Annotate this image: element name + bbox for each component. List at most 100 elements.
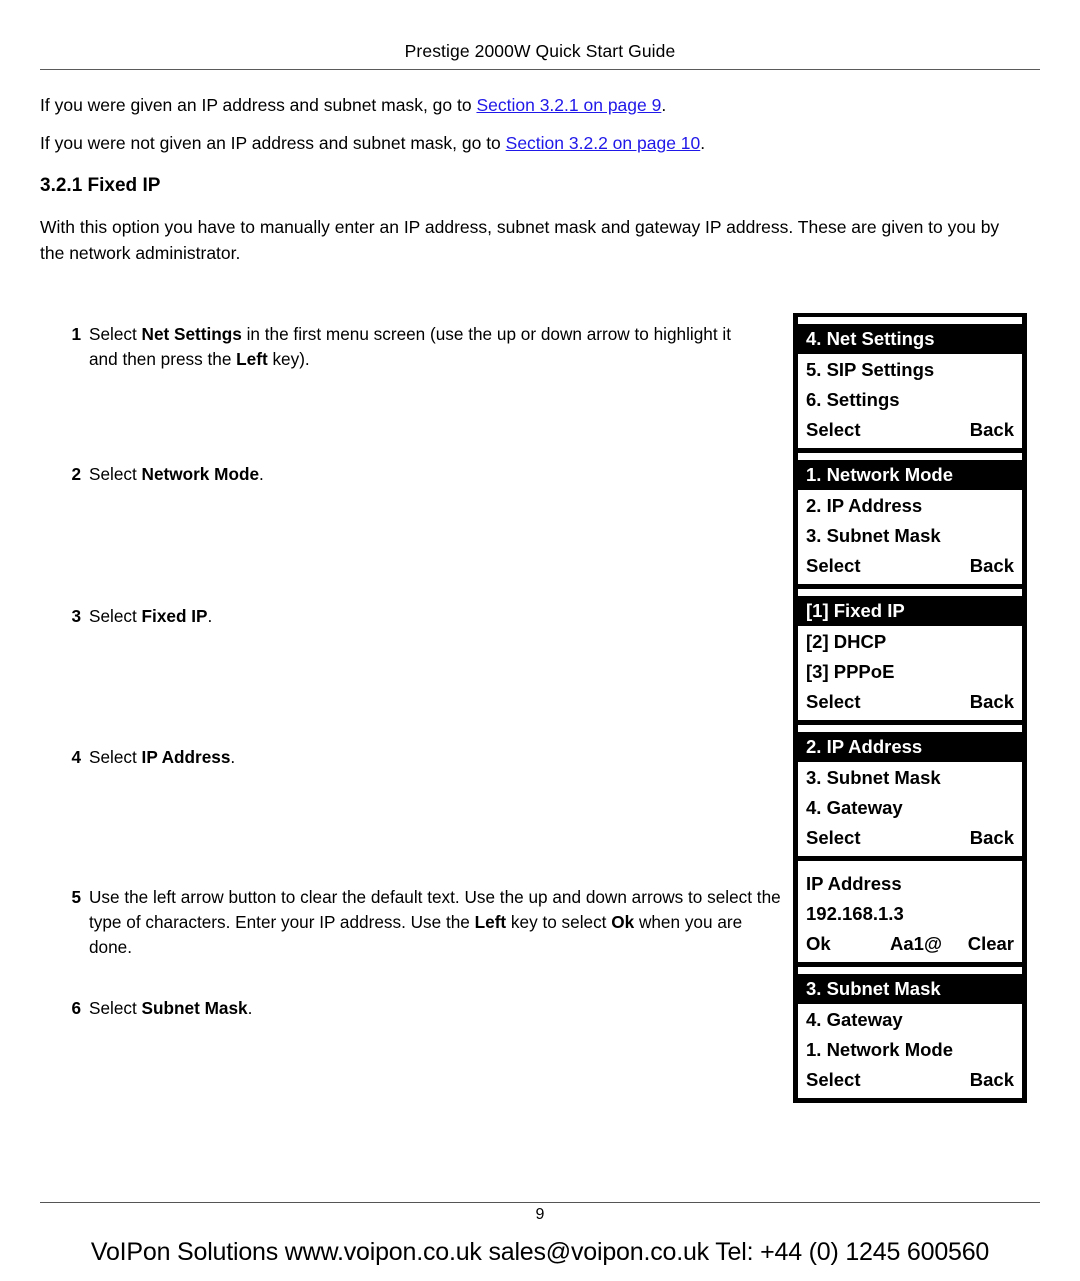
lcd-highlighted-title-row[interactable]: 4. Net Settings	[798, 324, 1022, 354]
step-number: 1	[71, 324, 81, 344]
lcd-row-left-label[interactable]: 4. Gateway	[806, 793, 903, 823]
lcd-menu-row[interactable]: 2. IP Address	[806, 491, 1014, 521]
lcd-screen: [1] Fixed IP [2] DHCP [3] PPPoE Select Back	[798, 589, 1022, 720]
lcd-screen: 3. Subnet Mask 4. Gateway 1. Network Mode S…	[798, 967, 1022, 1098]
lcd-top-strip	[798, 861, 1022, 868]
lcd-screen: 1. Network Mode 2. IP Address 3. Subnet Ma…	[798, 453, 1022, 584]
lcd-row-left-label[interactable]: Select	[806, 551, 861, 581]
step-item: 2 Select Network Mode.	[63, 462, 763, 487]
header-divider-rule	[40, 69, 1040, 70]
step-text: Select Net Settings in the first menu sc…	[89, 322, 763, 372]
step-fragment: Select	[89, 606, 142, 626]
link-section-3-2-1[interactable]: Section 3.2.1 on page 9	[476, 95, 661, 115]
lcd-row-left-label[interactable]: [3] PPPoE	[806, 657, 894, 687]
lcd-row-left-label[interactable]: 1. Network Mode	[806, 1035, 953, 1065]
lcd-menu-row[interactable]: 5. SIP Settings	[806, 355, 1014, 385]
lcd-row-left-label[interactable]: 2. IP Address	[806, 491, 922, 521]
step-item: 5 Use the left arrow button to clear the…	[63, 885, 783, 960]
lcd-menu-row[interactable]: Select Back	[806, 687, 1014, 717]
lcd-row-right-softkey[interactable]: Back	[970, 551, 1014, 581]
lcd-row-left-label[interactable]: Select	[806, 1065, 861, 1095]
lcd-body: IP Address 192.168.1.3 Ok Aa1@ Clear	[798, 868, 1022, 962]
lcd-top-strip	[798, 453, 1022, 460]
lcd-top-strip	[798, 589, 1022, 596]
step-fragment: Select	[89, 324, 142, 344]
lcd-row-left-label[interactable]: Select	[806, 687, 861, 717]
lcd-menu-row[interactable]: 4. Gateway	[806, 793, 1014, 823]
step-number: 5	[71, 887, 81, 907]
step-text: Select Fixed IP.	[89, 604, 763, 629]
lcd-body: 4. Gateway 1. Network Mode Select Back	[798, 1004, 1022, 1098]
step-number: 6	[71, 998, 81, 1018]
lcd-row-right-softkey[interactable]: Back	[970, 1065, 1014, 1095]
lcd-highlighted-title-row[interactable]: 3. Subnet Mask	[798, 974, 1022, 1004]
step-number: 3	[71, 606, 81, 626]
lcd-menu-row[interactable]: [2] DHCP	[806, 627, 1014, 657]
step-number: 4	[71, 747, 81, 767]
lcd-menu-row[interactable]: 4. Gateway	[806, 1005, 1014, 1035]
lcd-menu-row[interactable]: Select Back	[806, 415, 1014, 445]
lcd-top-strip	[798, 725, 1022, 732]
lcd-top-strip	[798, 317, 1022, 324]
lcd-menu-row[interactable]: 3. Subnet Mask	[806, 763, 1014, 793]
lcd-menu-row[interactable]: 6. Settings	[806, 385, 1014, 415]
step-fragment: .	[230, 747, 236, 767]
lcd-menu-row[interactable]: 1. Network Mode	[806, 1035, 1014, 1065]
lcd-menu-row[interactable]: Select Back	[806, 1065, 1014, 1095]
lcd-row-left-label[interactable]: 5. SIP Settings	[806, 355, 934, 385]
step-text: Select Network Mode.	[89, 462, 763, 487]
lcd-row-left-label[interactable]: Select	[806, 823, 861, 853]
lcd-highlighted-title-row[interactable]: 1. Network Mode	[798, 460, 1022, 490]
lcd-row-left-label[interactable]: 3. Subnet Mask	[806, 763, 941, 793]
step-item: 4 Select IP Address.	[63, 745, 763, 770]
lcd-row-left-label[interactable]: IP Address	[806, 869, 902, 899]
phone-lcd-screen-stack: 4. Net Settings 5. SIP Settings 6. Setting…	[793, 313, 1027, 1103]
lcd-row-right-softkey[interactable]: Clear	[968, 929, 1014, 959]
lcd-screen: 4. Net Settings 5. SIP Settings 6. Setting…	[798, 317, 1022, 448]
lcd-menu-row[interactable]: 3. Subnet Mask	[806, 521, 1014, 551]
step-fragment: Select	[89, 464, 142, 484]
lcd-highlighted-title-row[interactable]: [1] Fixed IP	[798, 596, 1022, 626]
lcd-row-right-softkey[interactable]: Back	[970, 687, 1014, 717]
step-text: Select IP Address.	[89, 745, 763, 770]
lcd-menu-row[interactable]: Ok Aa1@ Clear	[806, 929, 1014, 959]
intro-paragraph-2: If you were not given an IP address and …	[40, 132, 705, 155]
lcd-row-center-softkey[interactable]: Aa1@	[890, 929, 942, 959]
vendor-footer-line: VoIPon Solutions www.voipon.co.uk sales@…	[90, 1238, 990, 1266]
lcd-menu-row[interactable]: IP Address	[806, 869, 1014, 899]
step-fragment: .	[259, 464, 264, 484]
step-fragment: key).	[267, 349, 310, 369]
lcd-row-left-label[interactable]: Select	[806, 415, 861, 445]
step-emphasis: Fixed IP	[141, 606, 208, 626]
step-emphasis: Network Mode	[141, 464, 260, 484]
step-emphasis: Left	[474, 912, 507, 932]
lcd-row-left-label[interactable]: [2] DHCP	[806, 627, 886, 657]
lcd-row-left-label[interactable]: 6. Settings	[806, 385, 900, 415]
running-header-title: Prestige 2000W Quick Start Guide	[404, 41, 676, 61]
lcd-row-left-label[interactable]: 3. Subnet Mask	[806, 521, 941, 551]
step-fragment: Select	[89, 998, 142, 1018]
step-emphasis: Subnet Mask	[141, 998, 248, 1018]
lcd-row-left-label[interactable]: Ok	[806, 929, 831, 959]
step-fragment: Select	[89, 747, 142, 767]
lcd-row-right-softkey[interactable]: Back	[970, 415, 1014, 445]
step-fragment: .	[247, 998, 253, 1018]
step-number: 2	[71, 464, 81, 484]
link-section-3-2-2[interactable]: Section 3.2.2 on page 10	[506, 133, 701, 153]
lcd-menu-row[interactable]: 192.168.1.3	[806, 899, 1014, 929]
step-emphasis: IP Address	[141, 747, 231, 767]
step-item: 1 Select Net Settings in the first menu …	[63, 322, 763, 372]
lcd-highlighted-title-row[interactable]: 2. IP Address	[798, 732, 1022, 762]
step-fragment: key to select	[506, 912, 612, 932]
section-lead-paragraph: With this option you have to manually en…	[40, 217, 1000, 263]
intro-1-text-after: .	[661, 95, 667, 115]
lcd-row-right-softkey[interactable]: Back	[970, 823, 1014, 853]
section-heading: 3.2.1 Fixed IP	[40, 175, 161, 196]
lcd-row-left-label[interactable]: 192.168.1.3	[806, 899, 904, 929]
intro-1-text-before: If you were given an IP address and subn…	[40, 95, 477, 115]
lcd-menu-row[interactable]: Select Back	[806, 551, 1014, 581]
lcd-menu-row[interactable]: [3] PPPoE	[806, 657, 1014, 687]
lcd-menu-row[interactable]: Select Back	[806, 823, 1014, 853]
intro-paragraph-1: If you were given an IP address and subn…	[40, 94, 666, 117]
lcd-row-left-label[interactable]: 4. Gateway	[806, 1005, 903, 1035]
